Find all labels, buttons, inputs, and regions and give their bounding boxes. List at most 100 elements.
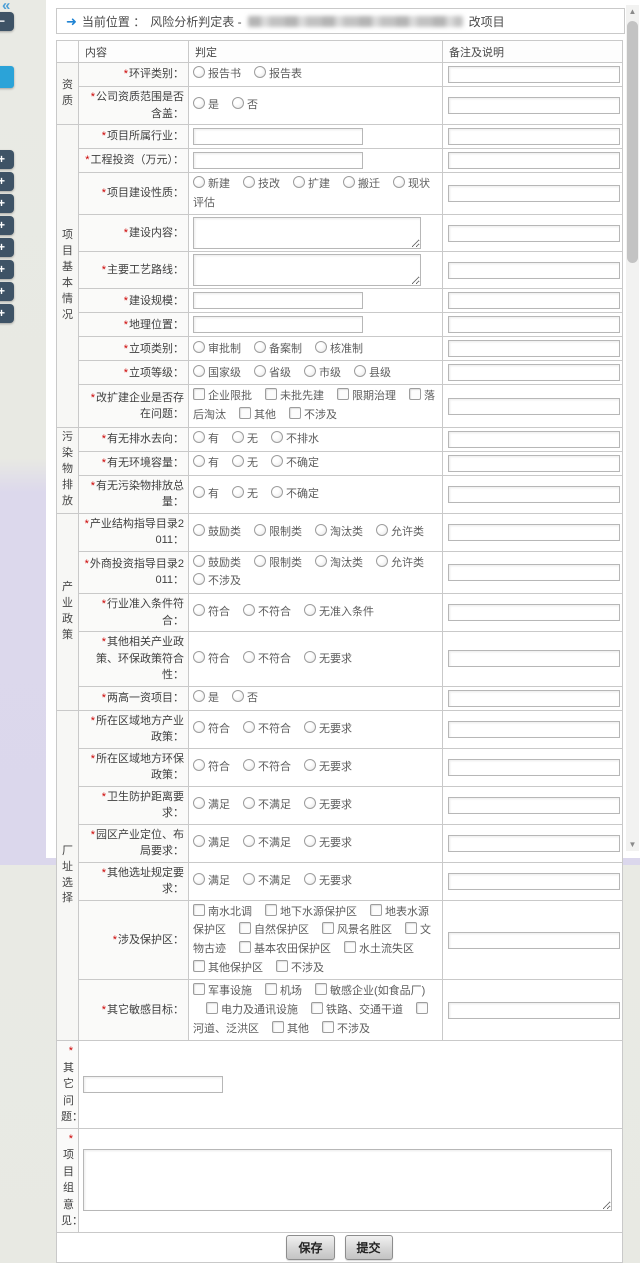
checkbox-icon[interactable] (370, 904, 382, 916)
checkbox-option[interactable]: 其他保护区 (193, 962, 263, 974)
radio-option[interactable]: 报告表 (254, 68, 302, 80)
checkbox-icon[interactable] (311, 1002, 323, 1014)
checkbox-option[interactable]: 自然保护区 (239, 924, 309, 936)
radio-icon[interactable] (304, 873, 316, 885)
checkbox-icon[interactable] (409, 388, 421, 400)
radio-option[interactable]: 否 (232, 99, 258, 111)
radio-option[interactable]: 鼓励类 (193, 557, 241, 569)
radio-option[interactable]: 市级 (304, 367, 341, 379)
radio-icon[interactable] (376, 555, 388, 567)
checkbox-option[interactable]: 水土流失区 (344, 943, 414, 955)
radio-option[interactable]: 否 (232, 692, 258, 704)
checkbox-option[interactable]: 其他 (272, 1023, 309, 1035)
radio-option[interactable]: 允许类 (376, 557, 424, 569)
checkbox-option[interactable]: 不涉及 (276, 962, 324, 974)
checkbox-icon[interactable] (206, 1002, 218, 1014)
radio-icon[interactable] (315, 555, 327, 567)
remark-input[interactable] (448, 292, 620, 309)
radio-icon[interactable] (304, 835, 316, 847)
remark-input[interactable] (448, 364, 620, 381)
remark-input[interactable] (448, 66, 620, 83)
radio-option[interactable]: 无准入条件 (304, 606, 374, 618)
radio-icon[interactable] (193, 759, 205, 771)
checkbox-option[interactable]: 敏感企业(如食品厂) (315, 985, 425, 997)
radio-option[interactable]: 符合 (193, 723, 230, 735)
tree-expand-button[interactable]: + (0, 260, 14, 279)
checkbox-option[interactable]: 其他 (239, 409, 276, 421)
radio-icon[interactable] (193, 651, 205, 663)
radio-icon[interactable] (243, 759, 255, 771)
tree-active-button[interactable] (0, 66, 14, 88)
tree-expand-button[interactable]: + (0, 238, 14, 257)
checkbox-option[interactable]: 军事设施 (193, 985, 252, 997)
radio-icon[interactable] (193, 97, 205, 109)
radio-icon[interactable] (343, 176, 355, 188)
radio-option[interactable]: 满足 (193, 799, 230, 811)
radio-option[interactable]: 鼓励类 (193, 526, 241, 538)
radio-icon[interactable] (232, 486, 244, 498)
radio-option[interactable]: 无要求 (304, 799, 352, 811)
radio-icon[interactable] (243, 604, 255, 616)
checkbox-icon[interactable] (322, 1021, 334, 1033)
radio-option[interactable]: 省级 (254, 367, 291, 379)
radio-icon[interactable] (254, 555, 266, 567)
radio-option[interactable]: 不确定 (271, 457, 319, 469)
radio-icon[interactable] (304, 604, 316, 616)
checkbox-icon[interactable] (193, 960, 205, 972)
radio-option[interactable]: 无 (232, 457, 258, 469)
radio-icon[interactable] (243, 651, 255, 663)
radio-icon[interactable] (193, 365, 205, 377)
radio-icon[interactable] (393, 176, 405, 188)
radio-icon[interactable] (193, 524, 205, 536)
radio-icon[interactable] (315, 524, 327, 536)
checkbox-option[interactable]: 不涉及 (289, 409, 337, 421)
judge-text-input[interactable] (193, 292, 363, 309)
radio-option[interactable]: 是 (193, 692, 219, 704)
judge-text-input[interactable] (193, 152, 363, 169)
checkbox-option[interactable]: 地下水源保护区 (265, 906, 357, 918)
remark-input[interactable] (448, 486, 620, 503)
radio-icon[interactable] (193, 176, 205, 188)
checkbox-icon[interactable] (239, 941, 251, 953)
remark-input[interactable] (448, 431, 620, 448)
remark-input[interactable] (448, 185, 620, 202)
other-issues-input[interactable] (83, 1076, 223, 1093)
remark-input[interactable] (448, 721, 620, 738)
radio-icon[interactable] (254, 66, 266, 78)
judge-textarea[interactable] (193, 217, 421, 249)
judge-text-input[interactable] (193, 316, 363, 333)
checkbox-option[interactable]: 基本农田保护区 (239, 943, 331, 955)
checkbox-icon[interactable] (239, 407, 251, 419)
remark-input[interactable] (448, 524, 620, 541)
checkbox-option[interactable]: 铁路、交通干道 (311, 1004, 403, 1016)
radio-icon[interactable] (254, 341, 266, 353)
checkbox-icon[interactable] (405, 922, 417, 934)
radio-option[interactable]: 限制类 (254, 557, 302, 569)
remark-input[interactable] (448, 398, 620, 415)
radio-icon[interactable] (354, 365, 366, 377)
remark-input[interactable] (448, 1002, 620, 1019)
radio-option[interactable]: 不符合 (243, 723, 291, 735)
checkbox-option[interactable]: 企业限批 (193, 390, 252, 402)
remark-input[interactable] (448, 690, 620, 707)
radio-icon[interactable] (193, 721, 205, 733)
radio-icon[interactable] (243, 873, 255, 885)
remark-input[interactable] (448, 225, 620, 242)
radio-icon[interactable] (193, 486, 205, 498)
radio-icon[interactable] (193, 555, 205, 567)
radio-option[interactable]: 淘汰类 (315, 526, 363, 538)
radio-icon[interactable] (193, 573, 205, 585)
remark-input[interactable] (448, 797, 620, 814)
radio-icon[interactable] (193, 835, 205, 847)
radio-option[interactable]: 审批制 (193, 343, 241, 355)
radio-option[interactable]: 国家级 (193, 367, 241, 379)
radio-option[interactable]: 不满足 (243, 837, 291, 849)
tree-expand-button[interactable]: + (0, 216, 14, 235)
scroll-up-icon[interactable]: ▲ (626, 5, 639, 18)
radio-option[interactable]: 报告书 (193, 68, 241, 80)
checkbox-option[interactable]: 限期治理 (337, 390, 396, 402)
radio-option[interactable]: 无 (232, 433, 258, 445)
radio-option[interactable]: 扩建 (293, 178, 330, 190)
radio-option[interactable]: 无要求 (304, 875, 352, 887)
tree-expand-button[interactable]: + (0, 150, 14, 169)
